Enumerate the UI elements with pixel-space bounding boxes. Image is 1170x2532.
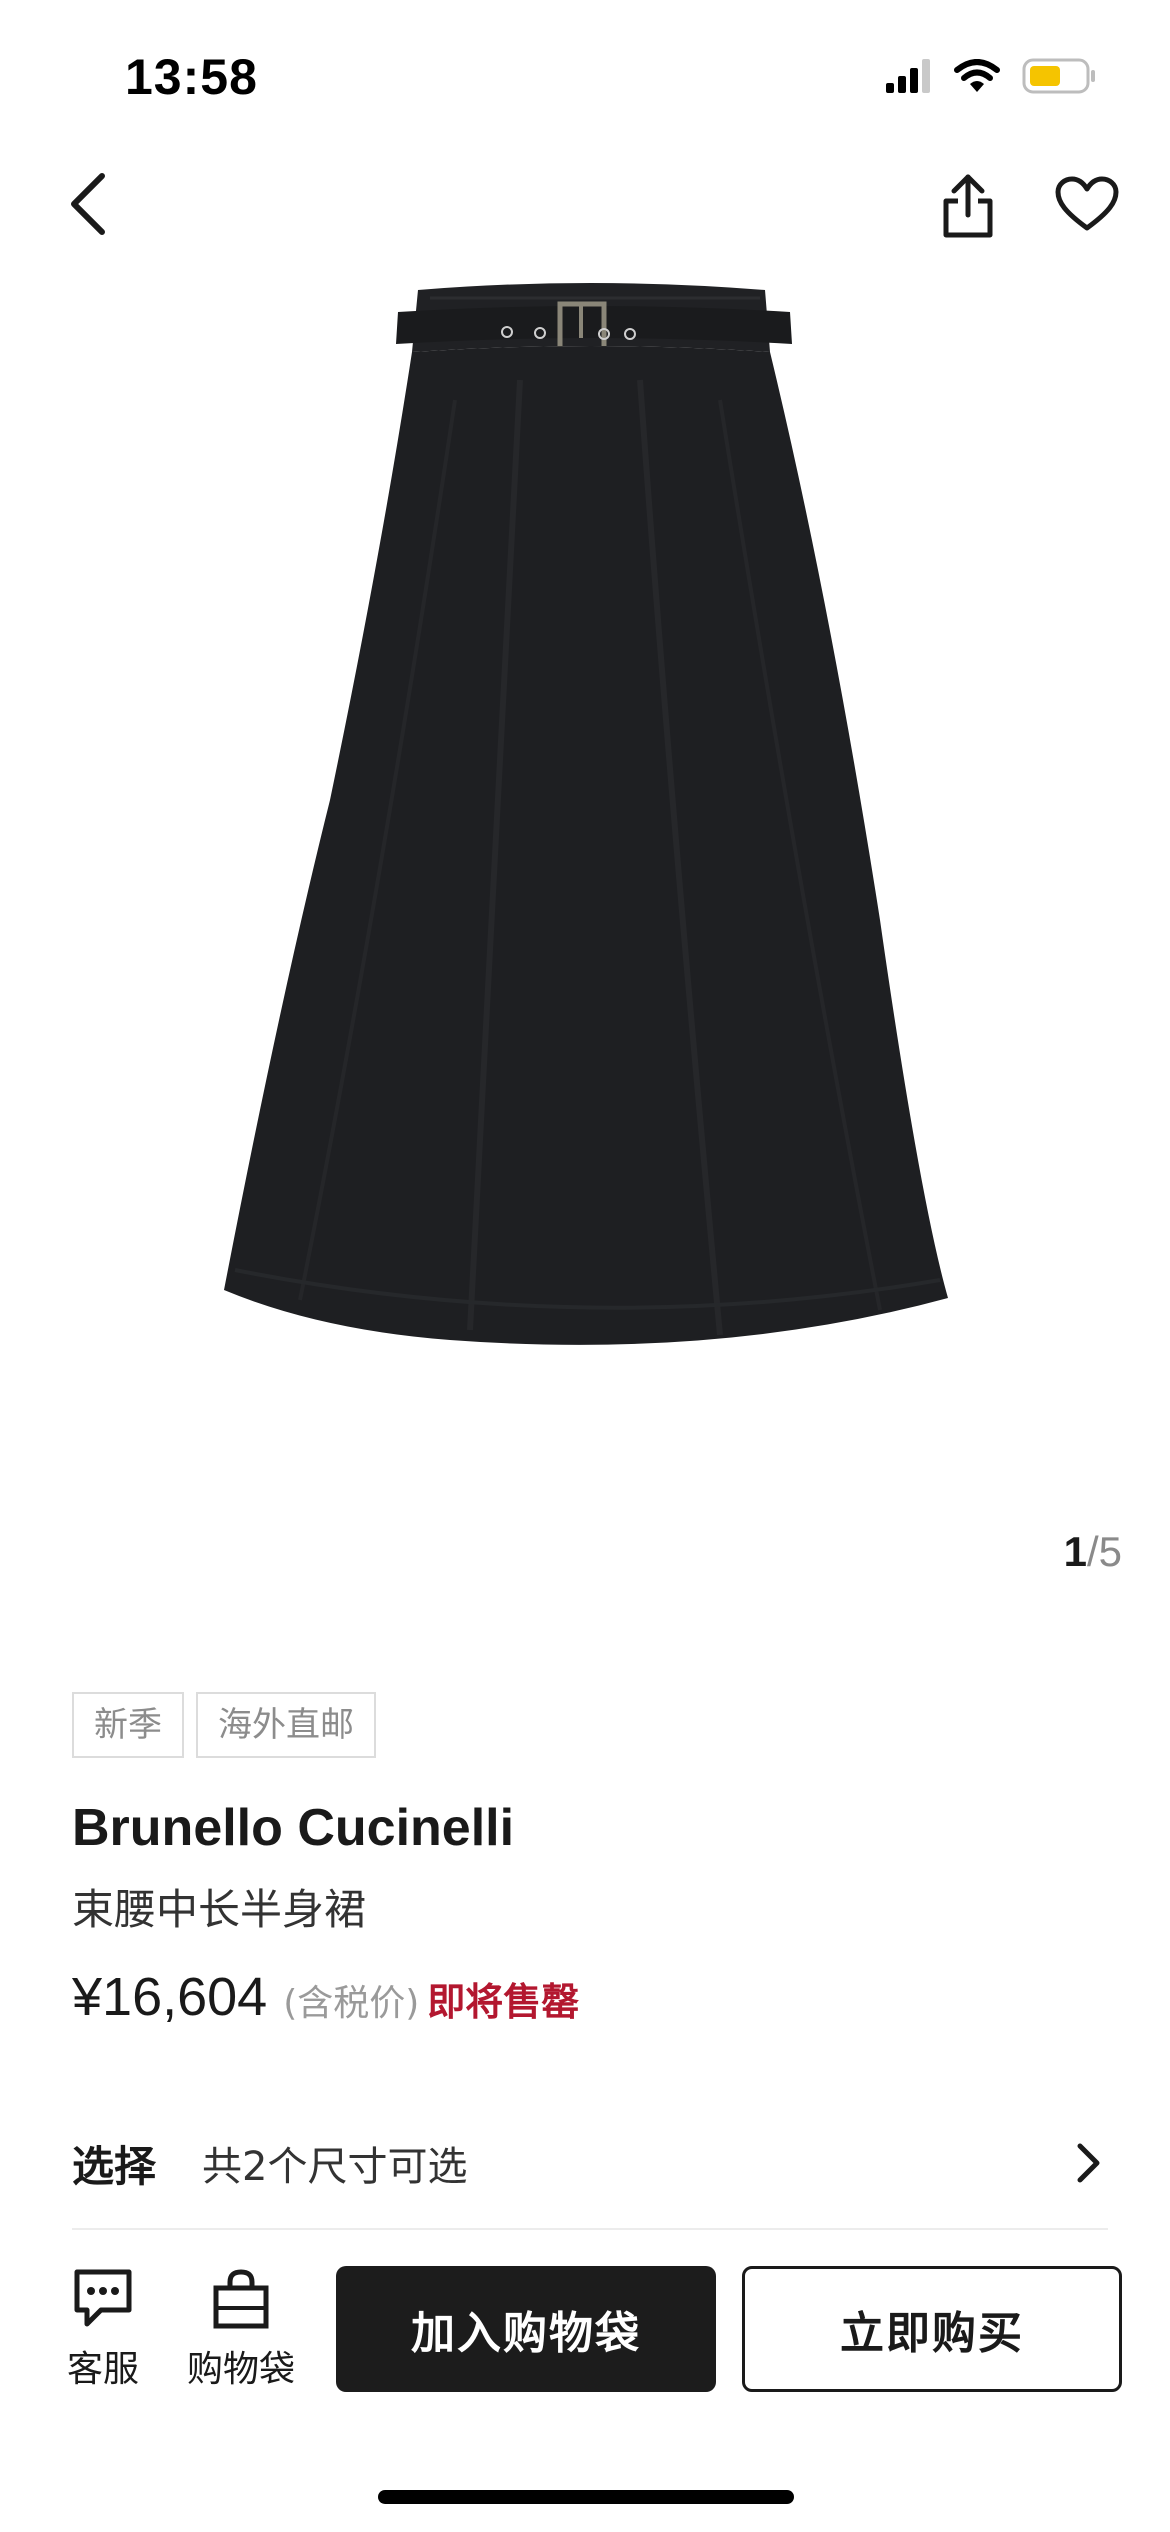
heart-icon <box>1055 176 1119 236</box>
signal-icon <box>886 59 932 97</box>
price: ¥16,604 <box>72 1967 268 2027</box>
product-image[interactable] <box>0 270 1170 1530</box>
image-counter-total: 5 <box>1098 1528 1122 1575</box>
customer-service-button[interactable]: 客服 <box>38 2268 168 2392</box>
size-selector-value: 共2个尺寸可选 <box>202 2144 468 2190</box>
status-time: 13:58 <box>125 49 258 105</box>
size-selector[interactable]: 选择 共2个尺寸可选 <box>72 2120 1108 2206</box>
add-to-bag-button[interactable]: 加入购物袋 <box>336 2266 716 2392</box>
tag-new-season: 新季 <box>72 1692 184 1758</box>
price-row: ¥16,604 (含税价) 即将售罄 <box>72 1966 579 2028</box>
status-bar: 13:58 <box>0 0 1170 150</box>
tag-overseas-direct: 海外直邮 <box>196 1692 376 1758</box>
favorite-button[interactable] <box>1052 174 1122 238</box>
stock-status: 即将售罄 <box>427 1980 580 2024</box>
shopping-bag-button[interactable]: 购物袋 <box>176 2268 306 2392</box>
customer-service-label: 客服 <box>66 2349 139 2390</box>
chat-icon <box>71 2268 135 2334</box>
buy-now-button[interactable]: 立即购买 <box>742 2266 1122 2392</box>
status-icons <box>886 56 1098 100</box>
size-selector-label: 选择 <box>72 2141 157 2191</box>
home-indicator[interactable] <box>378 2490 794 2504</box>
divider <box>72 2228 1108 2230</box>
share-icon <box>940 173 996 243</box>
chevron-left-icon <box>68 172 108 240</box>
chevron-right-icon <box>1076 2142 1102 2188</box>
brand-name[interactable]: Brunello Cucinelli <box>72 1798 514 1858</box>
image-counter: 1/5 <box>1064 1528 1122 1576</box>
battery-icon <box>1022 57 1098 99</box>
share-button[interactable] <box>936 170 1000 246</box>
image-counter-separator: / <box>1086 1528 1099 1575</box>
bottom-action-bar: 客服 购物袋 加入购物袋 立即购买 <box>0 2250 1170 2410</box>
tax-note: (含税价) <box>283 1983 420 2024</box>
image-counter-current: 1 <box>1063 1528 1087 1575</box>
product-name: 束腰中长半身裙 <box>72 1885 367 1934</box>
shopping-bag-icon <box>210 2268 272 2334</box>
product-tags: 新季 海外直邮 <box>72 1692 376 1758</box>
back-button[interactable] <box>60 170 116 242</box>
shopping-bag-label: 购物袋 <box>186 2349 295 2390</box>
wifi-icon <box>954 59 1000 97</box>
